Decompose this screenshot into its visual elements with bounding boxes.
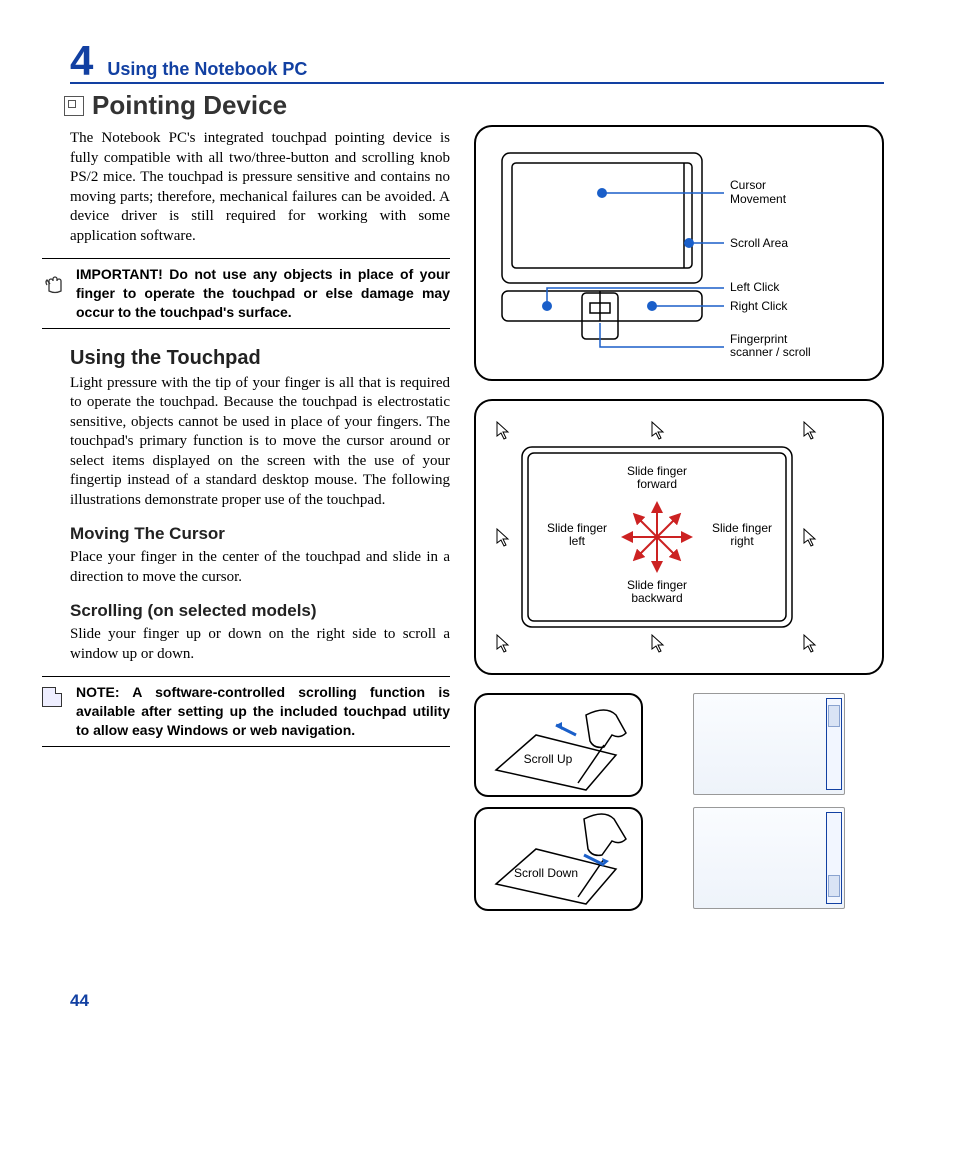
label-scroll-down: Scroll Down (514, 866, 578, 880)
label-cursor-movement-1: Cursor (730, 178, 766, 192)
svg-text:Slide finger: Slide finger (627, 578, 687, 592)
label-left-click: Left Click (730, 280, 780, 294)
important-callout: IMPORTANT! Do not use any objects in pla… (42, 258, 450, 329)
svg-text:Slide finger: Slide finger (547, 521, 607, 535)
scroll-down-touchpad: Scroll Down (474, 807, 643, 911)
scroll-up-window (693, 693, 845, 795)
label-scroll-area: Scroll Area (730, 236, 788, 250)
touchpad-icon (64, 96, 84, 116)
chapter-header: 4 Using the Notebook PC (70, 40, 884, 84)
moving-cursor-heading: Moving The Cursor (70, 524, 450, 544)
svg-text:Fingerprint: Fingerprint (730, 332, 788, 346)
svg-text:backward: backward (631, 591, 682, 605)
scrolling-heading: Scrolling (on selected models) (70, 601, 450, 621)
svg-text:forward: forward (637, 477, 677, 491)
scroll-up-touchpad: Scroll Up (474, 693, 643, 797)
label-scroll-up: Scroll Up (524, 752, 573, 766)
moving-cursor-paragraph: Place your finger in the center of the t… (70, 548, 450, 587)
hand-stop-icon (43, 269, 65, 295)
section-title-text: Pointing Device (92, 90, 287, 121)
important-text: IMPORTANT! Do not use any objects in pla… (76, 265, 450, 322)
section-heading: Pointing Device (64, 90, 884, 121)
using-touchpad-paragraph: Light pressure with the tip of your fing… (70, 374, 450, 511)
note-icon (42, 687, 62, 707)
svg-text:scanner / scroll: scanner / scroll (730, 345, 811, 359)
chapter-number: 4 (70, 40, 93, 82)
scroll-down-window (693, 807, 845, 909)
cursor-icon (497, 422, 508, 439)
using-touchpad-heading: Using the Touchpad (70, 347, 450, 370)
chapter-title: Using the Notebook PC (107, 59, 307, 80)
svg-text:right: right (730, 534, 754, 548)
note-callout: NOTE: A software-controlled scrolling fu… (42, 676, 450, 747)
intro-paragraph: The Notebook PC's integrated touchpad po… (70, 129, 450, 246)
svg-text:Movement: Movement (730, 192, 787, 206)
label-right-click: Right Click (730, 299, 788, 313)
scrolling-paragraph: Slide your finger up or down on the righ… (70, 625, 450, 664)
cursor-direction-diagram: Slide finger forward Slide finger forwar… (474, 399, 884, 675)
svg-text:left: left (569, 534, 586, 548)
note-text: NOTE: A software-controlled scrolling fu… (76, 683, 450, 740)
scroll-diagrams: Scroll Up Scroll Down (474, 693, 884, 911)
svg-text:Slide finger: Slide finger (627, 464, 687, 478)
touchpad-anatomy-diagram: Cursor Cursor Movement Movement Scroll A… (474, 125, 884, 381)
page-number: 44 (70, 991, 884, 1011)
svg-text:Slide finger: Slide finger (712, 521, 772, 535)
